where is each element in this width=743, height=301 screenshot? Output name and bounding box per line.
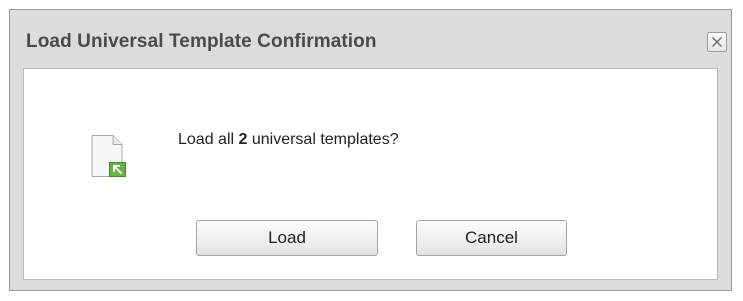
close-icon: [712, 37, 722, 47]
message-suffix: universal templates?: [247, 131, 399, 148]
load-button[interactable]: Load: [196, 220, 378, 256]
cancel-button[interactable]: Cancel: [416, 220, 567, 256]
dialog-body: Load all 2 universal templates? Load Can…: [23, 68, 718, 280]
dialog-title: Load Universal Template Confirmation: [26, 31, 377, 52]
message-prefix: Load all: [178, 131, 239, 148]
dialog-titlebar[interactable]: Load Universal Template Confirmation: [10, 10, 731, 68]
template-load-icon: [91, 135, 126, 177]
confirmation-dialog: Load Universal Template Confirmation Loa…: [9, 9, 732, 291]
close-button[interactable]: [707, 32, 727, 52]
confirmation-message: Load all 2 universal templates?: [178, 131, 399, 149]
